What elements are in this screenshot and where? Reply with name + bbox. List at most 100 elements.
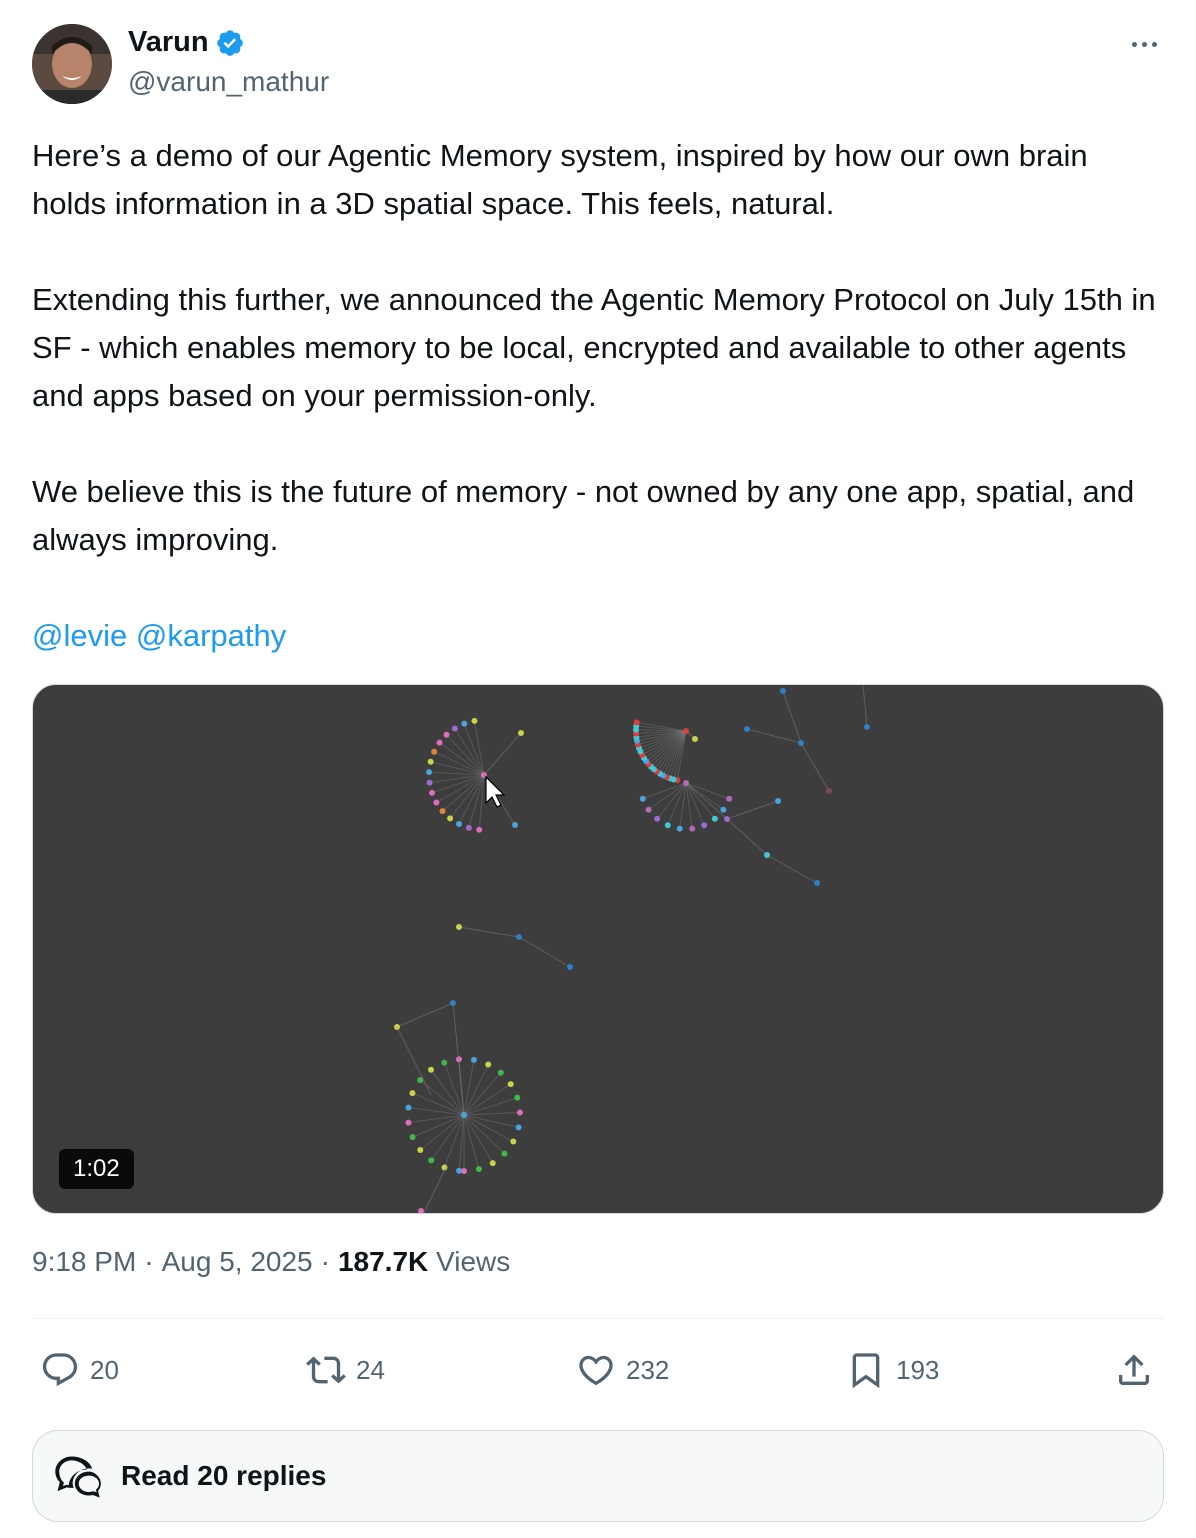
graph-edge — [726, 800, 779, 820]
graph-edge — [449, 774, 485, 819]
graph-node — [456, 924, 462, 930]
action-bar: 20 24 232 193 — [32, 1340, 1164, 1400]
verified-badge-icon — [216, 29, 243, 56]
more-dot — [1141, 41, 1147, 47]
graph-node — [692, 736, 698, 742]
graph-edge — [463, 1111, 520, 1116]
graph-node — [775, 798, 781, 804]
share-button[interactable] — [1114, 1340, 1154, 1400]
graph-edge — [396, 1002, 454, 1028]
graph-node — [436, 739, 443, 746]
graph-node — [456, 821, 463, 828]
graph-node — [701, 822, 708, 829]
graph-edge — [396, 1026, 432, 1096]
graph-edge — [518, 936, 571, 968]
graph-edge — [782, 690, 802, 744]
graph-edge — [685, 782, 728, 820]
graph-node — [447, 815, 454, 822]
reply-button[interactable]: 20 — [40, 1340, 119, 1400]
graph-node — [676, 825, 683, 832]
graph-node — [518, 730, 524, 736]
avatar[interactable] — [32, 24, 112, 104]
graph-node — [470, 1056, 477, 1063]
graph-node — [516, 934, 522, 940]
graph-node — [501, 1150, 508, 1157]
graph-node — [720, 806, 727, 813]
graph-node — [461, 1168, 467, 1174]
views-count: 187.7K — [337, 1246, 429, 1277]
graph-node — [512, 822, 518, 828]
graph-node — [744, 726, 750, 732]
reply-count: 20 — [90, 1354, 119, 1385]
graph-edge — [862, 685, 868, 728]
like-button[interactable]: 232 — [576, 1340, 669, 1400]
graph-node — [433, 799, 440, 806]
heart-icon — [579, 1355, 613, 1386]
graph-node — [497, 1069, 504, 1076]
graph-node — [465, 824, 472, 831]
graph-node — [864, 724, 870, 730]
memory-graph-visualization — [394, 685, 870, 1213]
graph-node — [405, 1119, 412, 1126]
bookmark-count: 193 — [896, 1354, 940, 1385]
graph-node — [427, 758, 434, 765]
graph-node — [780, 688, 786, 694]
mention-link[interactable]: @levie — [32, 618, 127, 653]
graph-edge — [746, 728, 802, 744]
graph-edge — [463, 1114, 519, 1128]
author-name[interactable]: Varun — [128, 26, 209, 59]
share-icon — [1119, 1354, 1149, 1385]
graph-node — [475, 1165, 482, 1172]
graph-node — [418, 1208, 424, 1213]
graph-node — [428, 1157, 435, 1164]
graph-edge — [726, 818, 768, 856]
graph-node — [711, 815, 718, 822]
mentions-line: @levie @karpathy — [32, 612, 1164, 660]
author-name-row: Varun — [128, 26, 245, 59]
meta-separator: · — [144, 1246, 154, 1277]
graph-node — [654, 815, 661, 822]
graph-node — [417, 1147, 424, 1154]
read-replies-label: Read 20 replies — [121, 1460, 327, 1491]
graph-node — [489, 1160, 496, 1167]
graph-node — [426, 769, 433, 776]
graph-node — [814, 880, 820, 886]
graph-node — [441, 1059, 448, 1066]
graph-node — [515, 1124, 522, 1131]
repost-button[interactable]: 24 — [306, 1340, 385, 1400]
graph-node — [443, 731, 450, 738]
more-dot — [1151, 41, 1157, 47]
tweet-header: Varun @varun_mathur — [32, 24, 1164, 104]
graph-edge — [463, 1114, 480, 1170]
meta-separator: · — [320, 1246, 330, 1277]
read-replies-button[interactable]: Read 20 replies — [32, 1430, 1164, 1522]
conversation-icon — [55, 1456, 101, 1498]
tweet-paragraph: We believe this is the future of memory … — [32, 474, 1135, 557]
mention-link[interactable]: @karpathy — [136, 618, 286, 653]
graph-node — [405, 1104, 412, 1111]
graph-node — [485, 1061, 492, 1068]
tweet-paragraph: Extending this further, we announced the… — [32, 282, 1156, 413]
graph-node — [516, 1109, 523, 1116]
bookmark-button[interactable]: 193 — [846, 1340, 939, 1400]
more-dot — [1131, 41, 1137, 47]
tweet-date[interactable]: Aug 5, 2025 — [162, 1246, 313, 1278]
avatar-image — [32, 24, 112, 104]
graph-node — [507, 1081, 514, 1088]
graph-edge — [458, 1114, 465, 1171]
more-options-button[interactable] — [1124, 34, 1164, 54]
graph-node — [461, 720, 468, 727]
graph-edge — [423, 1164, 448, 1213]
tweet-time[interactable]: 9:18 PM — [32, 1246, 136, 1278]
graph-node — [689, 825, 696, 832]
divider — [32, 1318, 1164, 1319]
tweet-meta: 9:18 PM · Aug 5, 2025 · 187.7K Views — [32, 1246, 510, 1278]
author-handle[interactable]: @varun_mathur — [128, 66, 329, 98]
video-player[interactable]: 1:02 — [32, 684, 1164, 1214]
graph-node — [428, 789, 435, 796]
graph-node — [645, 806, 652, 813]
graph-node — [409, 1134, 416, 1141]
graph-node — [567, 964, 573, 970]
graph-node — [826, 788, 832, 794]
repost-icon — [306, 1356, 346, 1384]
